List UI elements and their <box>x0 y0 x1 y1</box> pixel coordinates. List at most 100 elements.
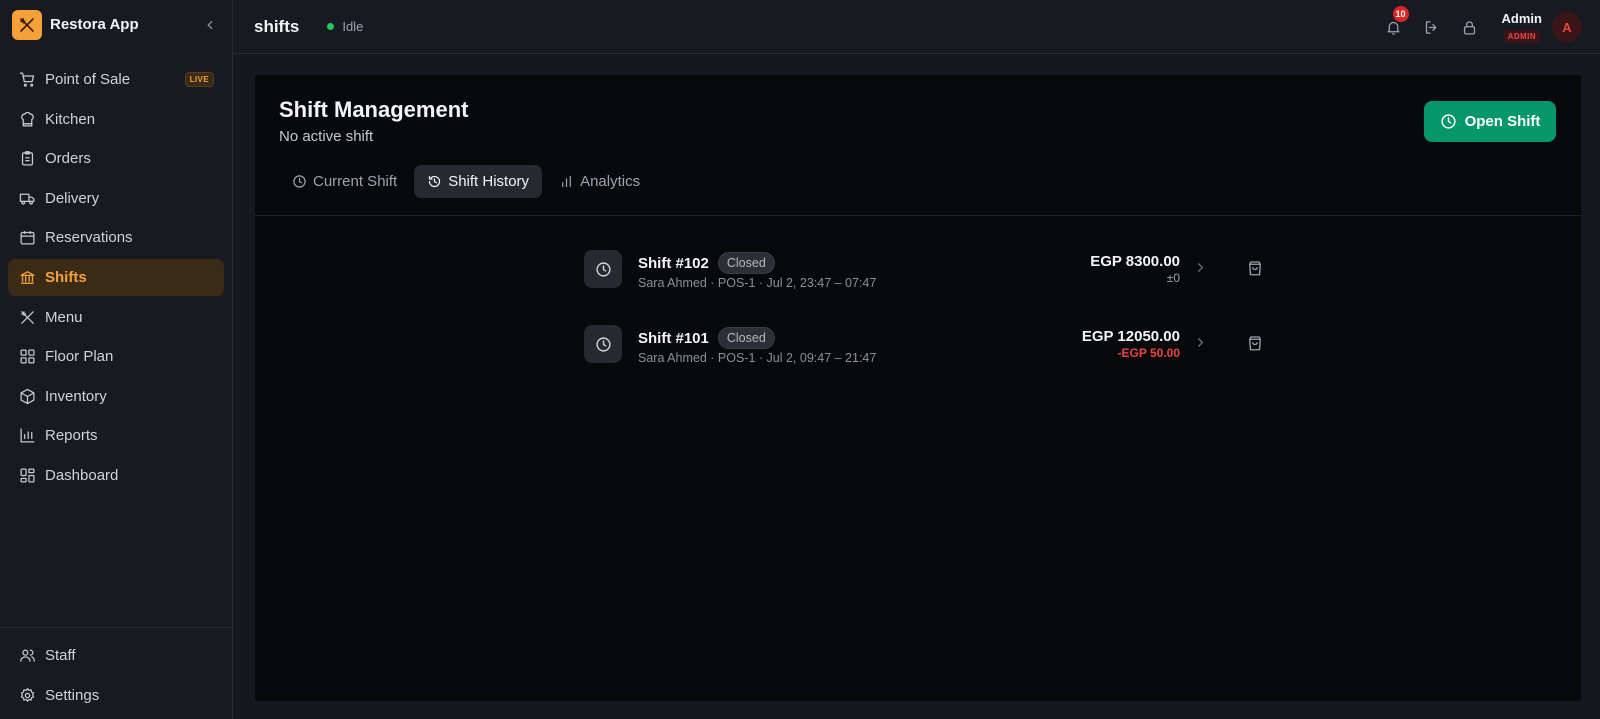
shift-meta: Sara Ahmed · POS-1 · Jul 2, 09:47 – 21:4… <box>638 351 877 365</box>
shift-meta: Sara Ahmed · POS-1 · Jul 2, 23:47 – 07:4… <box>638 276 877 290</box>
utensils-logo-icon <box>12 9 42 40</box>
sidebar-item-label: Shifts <box>45 268 87 286</box>
sidebar-item-label: Point of Sale <box>45 71 131 88</box>
bar-chart-icon <box>18 427 36 445</box>
top-actions: 10 Admin ADMIN A <box>1384 0 1600 54</box>
sidebar-item-label: Delivery <box>45 189 100 207</box>
sidebar-item-inventory[interactable]: Inventory <box>8 378 224 415</box>
notifications-button[interactable]: 10 <box>1384 6 1409 37</box>
status-badge: Closed <box>717 252 775 274</box>
list-item[interactable]: Shift #102 Closed Sara Ahmed · POS-1 · J… <box>584 250 1264 325</box>
sidebar-item-dashboard[interactable]: Dashboard <box>8 457 224 494</box>
sidebar-item-label: Menu <box>45 308 83 326</box>
notification-count-badge: 10 <box>1392 6 1409 22</box>
sidebar-item-kitchen[interactable]: Kitchen <box>8 101 224 138</box>
clock-icon <box>1440 113 1457 130</box>
dashboard-icon <box>18 466 36 484</box>
tab-shift-history[interactable]: Shift History <box>414 165 543 198</box>
sidebar-item-floor-plan[interactable]: Floor Plan <box>8 338 224 375</box>
calendar-icon <box>18 229 36 247</box>
sidebar-item-orders[interactable]: Orders <box>8 140 224 177</box>
open-shift-label: Open Shift <box>1464 113 1541 130</box>
history-icon <box>427 174 442 189</box>
chef-hat-icon <box>18 110 36 128</box>
status-indicator: Idle <box>327 19 363 34</box>
list-item[interactable]: Shift #101 Closed Sara Ahmed · POS-1 · J… <box>584 325 1264 400</box>
shift-amount: EGP 12050.00 -EGP 50.00 <box>1082 328 1180 360</box>
user-name: Admin <box>1501 11 1542 26</box>
truck-icon <box>18 189 36 207</box>
shift-title: Shift #101 <box>638 329 709 347</box>
collapse-sidebar-button[interactable] <box>200 15 220 35</box>
shift-title: Shift #102 <box>638 254 709 272</box>
open-shift-button[interactable]: Open Shift <box>1424 101 1556 142</box>
sidebar-item-settings[interactable]: Settings <box>8 677 224 714</box>
user-info: Admin ADMIN <box>1502 11 1542 43</box>
logout-icon <box>1425 20 1437 34</box>
chevron-right-icon[interactable] <box>1193 260 1208 275</box>
role-badge: ADMIN <box>1503 30 1540 43</box>
avatar[interactable]: A <box>1552 12 1582 42</box>
sidebar-item-reports[interactable]: Reports <box>8 417 224 454</box>
sidebar-item-label: Orders <box>45 150 91 168</box>
cart-icon <box>18 71 36 89</box>
shopping-bag-icon[interactable] <box>1246 334 1264 352</box>
shift-name: Shift #102 Closed <box>638 252 775 274</box>
shopping-bag-icon[interactable] <box>1246 259 1264 277</box>
shift-total: EGP 8300.00 <box>1090 253 1180 270</box>
status-badge: Closed <box>717 327 775 349</box>
sidebar-nav: Point of Sale LIVE Kitchen Orders Delive… <box>0 49 232 494</box>
tab-label: Analytics <box>580 173 641 190</box>
lock-button[interactable] <box>1460 17 1480 37</box>
sidebar-bottom: Staff Settings <box>0 627 232 716</box>
sidebar-item-staff[interactable]: Staff <box>8 637 224 674</box>
clock-icon <box>584 325 622 363</box>
gear-icon <box>18 686 36 704</box>
clock-icon <box>584 250 622 288</box>
clock-icon <box>292 174 307 189</box>
chevron-left-icon <box>207 20 213 29</box>
tab-analytics[interactable]: Analytics <box>546 165 653 198</box>
topbar: shifts Idle 10 Admin ADMIN A <box>233 0 1600 54</box>
utensils-icon <box>18 308 36 326</box>
status-text: Idle <box>342 19 364 34</box>
sidebar-item-label: Kitchen <box>45 110 96 128</box>
shift-name: Shift #101 Closed <box>638 327 775 349</box>
sidebar-item-label: Dashboard <box>45 466 119 484</box>
tab-label: Current Shift <box>313 173 398 190</box>
bar-chart-icon <box>559 174 574 189</box>
shift-difference: -EGP 50.00 <box>1117 346 1180 360</box>
sidebar-item-label: Reports <box>45 427 98 445</box>
chevron-right-icon[interactable] <box>1193 335 1208 350</box>
users-icon <box>18 647 36 665</box>
panel-subtitle: No active shift <box>279 128 374 145</box>
shift-amount: EGP 8300.00 ±0 <box>1090 253 1180 285</box>
shift-difference: ±0 <box>1166 271 1180 285</box>
sidebar-item-label: Staff <box>45 647 76 664</box>
sidebar-item-label: Reservations <box>45 229 133 247</box>
status-dot-icon <box>327 23 335 30</box>
panel-title: Shift Management <box>279 97 469 122</box>
sidebar-item-reservations[interactable]: Reservations <box>8 219 224 256</box>
tab-current-shift[interactable]: Current Shift <box>279 165 410 198</box>
sidebar-item-delivery[interactable]: Delivery <box>8 180 224 217</box>
panel-header: Shift Management No active shift Open Sh… <box>255 75 1581 216</box>
logout-button[interactable] <box>1422 17 1442 37</box>
box-icon <box>18 387 36 405</box>
lock-icon <box>1463 20 1476 35</box>
bank-icon <box>18 268 36 286</box>
app-name: Restora App <box>50 16 139 33</box>
shift-total: EGP 12050.00 <box>1081 328 1180 345</box>
sidebar-item-label: Floor Plan <box>45 348 114 366</box>
sidebar-item-shifts[interactable]: Shifts <box>8 258 224 296</box>
page-title: shifts <box>254 16 300 36</box>
grid-icon <box>18 348 36 366</box>
live-badge: LIVE <box>184 72 214 87</box>
sidebar-item-label: Inventory <box>45 387 107 405</box>
sidebar-item-label: Settings <box>45 686 100 704</box>
shift-management-panel: Shift Management No active shift Open Sh… <box>255 75 1581 701</box>
sidebar-item-point-of-sale[interactable]: Point of Sale LIVE <box>8 61 224 98</box>
shift-history-list: Shift #102 Closed Sara Ahmed · POS-1 · J… <box>584 250 1264 400</box>
sidebar: Restora App Point of Sale LIVE Kitchen O… <box>0 0 233 719</box>
sidebar-item-menu[interactable]: Menu <box>8 299 224 336</box>
